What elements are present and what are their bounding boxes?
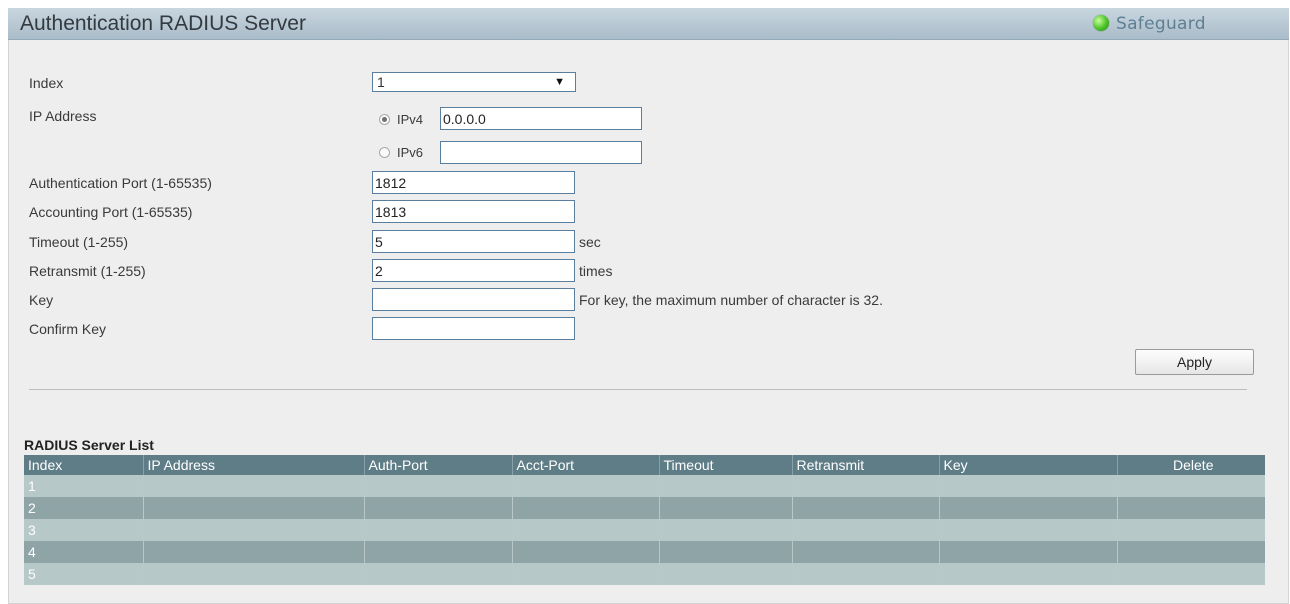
timeout-label: Timeout (1-255) bbox=[29, 234, 129, 250]
index-select[interactable]: 1 ▼ bbox=[372, 72, 576, 92]
cell-retransmit bbox=[792, 475, 940, 497]
section-divider bbox=[29, 389, 1247, 390]
cell-delete bbox=[1117, 541, 1265, 563]
column-header-retransmit: Retransmit bbox=[792, 455, 940, 475]
cell-delete bbox=[1117, 519, 1265, 541]
ipv4-address-input[interactable] bbox=[440, 107, 642, 130]
column-header-delete: Delete bbox=[1117, 455, 1265, 475]
cell-retransmit bbox=[792, 519, 940, 541]
cell-index: 1 bbox=[24, 475, 144, 497]
cell-timeout bbox=[659, 497, 793, 519]
timeout-input[interactable] bbox=[372, 230, 575, 253]
retransmit-unit: times bbox=[579, 263, 613, 279]
cell-auth-port bbox=[364, 475, 513, 497]
cell-acct-port bbox=[512, 497, 660, 519]
cell-acct-port bbox=[512, 519, 660, 541]
column-header-auth-port: Auth-Port bbox=[364, 455, 513, 475]
acct-port-input[interactable] bbox=[372, 200, 575, 223]
column-header-key: Key bbox=[939, 455, 1118, 475]
status-led-icon bbox=[1093, 15, 1109, 31]
cell-retransmit bbox=[792, 541, 940, 563]
radius-server-table: Index IP Address Auth-Port Acct-Port Tim… bbox=[24, 455, 1265, 585]
ip-address-label: IP Address bbox=[29, 108, 97, 124]
retransmit-input[interactable] bbox=[372, 259, 575, 282]
page-title: Authentication RADIUS Server bbox=[20, 12, 306, 35]
key-label: Key bbox=[29, 292, 54, 308]
key-input[interactable] bbox=[372, 288, 575, 311]
cell-index: 2 bbox=[24, 497, 144, 519]
title-bar: Authentication RADIUS Server Safeguard bbox=[8, 8, 1289, 40]
apply-button[interactable]: Apply bbox=[1135, 349, 1254, 375]
cell-ip-address bbox=[143, 563, 365, 585]
auth-port-label: Authentication Port (1-65535) bbox=[29, 175, 212, 191]
cell-retransmit bbox=[792, 563, 940, 585]
cell-timeout bbox=[659, 519, 793, 541]
cell-ip-address bbox=[143, 519, 365, 541]
ipv4-radio[interactable] bbox=[379, 114, 390, 125]
chevron-down-icon: ▼ bbox=[554, 76, 565, 88]
column-header-timeout: Timeout bbox=[659, 455, 793, 475]
cell-acct-port bbox=[512, 563, 660, 585]
retransmit-label: Retransmit (1-255) bbox=[29, 263, 146, 279]
column-header-ip-address: IP Address bbox=[143, 455, 365, 475]
table-row: 5 bbox=[24, 563, 1265, 585]
cell-retransmit bbox=[792, 497, 940, 519]
cell-key bbox=[939, 475, 1118, 497]
column-header-index: Index bbox=[24, 455, 144, 475]
cell-key bbox=[939, 563, 1118, 585]
ipv4-radio-label: IPv4 bbox=[397, 112, 424, 127]
index-select-value: 1 bbox=[377, 74, 385, 90]
key-hint: For key, the maximum number of character… bbox=[579, 292, 883, 308]
table-row: 2 bbox=[24, 497, 1265, 519]
confirm-key-input[interactable] bbox=[372, 317, 575, 340]
ipv6-radio-label: IPv6 bbox=[397, 145, 424, 160]
ipv6-address-input[interactable] bbox=[440, 141, 642, 164]
cell-timeout bbox=[659, 541, 793, 563]
cell-timeout bbox=[659, 475, 793, 497]
cell-ip-address bbox=[143, 497, 365, 519]
cell-delete bbox=[1117, 563, 1265, 585]
index-label: Index bbox=[29, 75, 64, 91]
column-header-acct-port: Acct-Port bbox=[512, 455, 660, 475]
safeguard-label: Safeguard bbox=[1116, 14, 1206, 34]
cell-acct-port bbox=[512, 541, 660, 563]
acct-port-label: Accounting Port (1-65535) bbox=[29, 204, 193, 220]
cell-acct-port bbox=[512, 475, 660, 497]
auth-port-input[interactable] bbox=[372, 171, 575, 194]
confirm-key-label: Confirm Key bbox=[29, 321, 107, 337]
ipv6-radio[interactable] bbox=[379, 147, 390, 158]
cell-auth-port bbox=[364, 519, 513, 541]
cell-auth-port bbox=[364, 541, 513, 563]
table-header-row: Index IP Address Auth-Port Acct-Port Tim… bbox=[24, 455, 1265, 475]
cell-index: 5 bbox=[24, 563, 144, 585]
cell-ip-address bbox=[143, 475, 365, 497]
cell-ip-address bbox=[143, 541, 365, 563]
radius-server-list-title: RADIUS Server List bbox=[24, 437, 154, 453]
table-row: 1 bbox=[24, 475, 1265, 497]
table-row: 3 bbox=[24, 519, 1265, 541]
timeout-unit: sec bbox=[579, 234, 601, 250]
cell-delete bbox=[1117, 497, 1265, 519]
cell-index: 4 bbox=[24, 541, 144, 563]
cell-timeout bbox=[659, 563, 793, 585]
cell-auth-port bbox=[364, 497, 513, 519]
cell-key bbox=[939, 541, 1118, 563]
cell-key bbox=[939, 519, 1118, 541]
cell-auth-port bbox=[364, 563, 513, 585]
cell-index: 3 bbox=[24, 519, 144, 541]
cell-delete bbox=[1117, 475, 1265, 497]
cell-key bbox=[939, 497, 1118, 519]
table-row: 4 bbox=[24, 541, 1265, 563]
